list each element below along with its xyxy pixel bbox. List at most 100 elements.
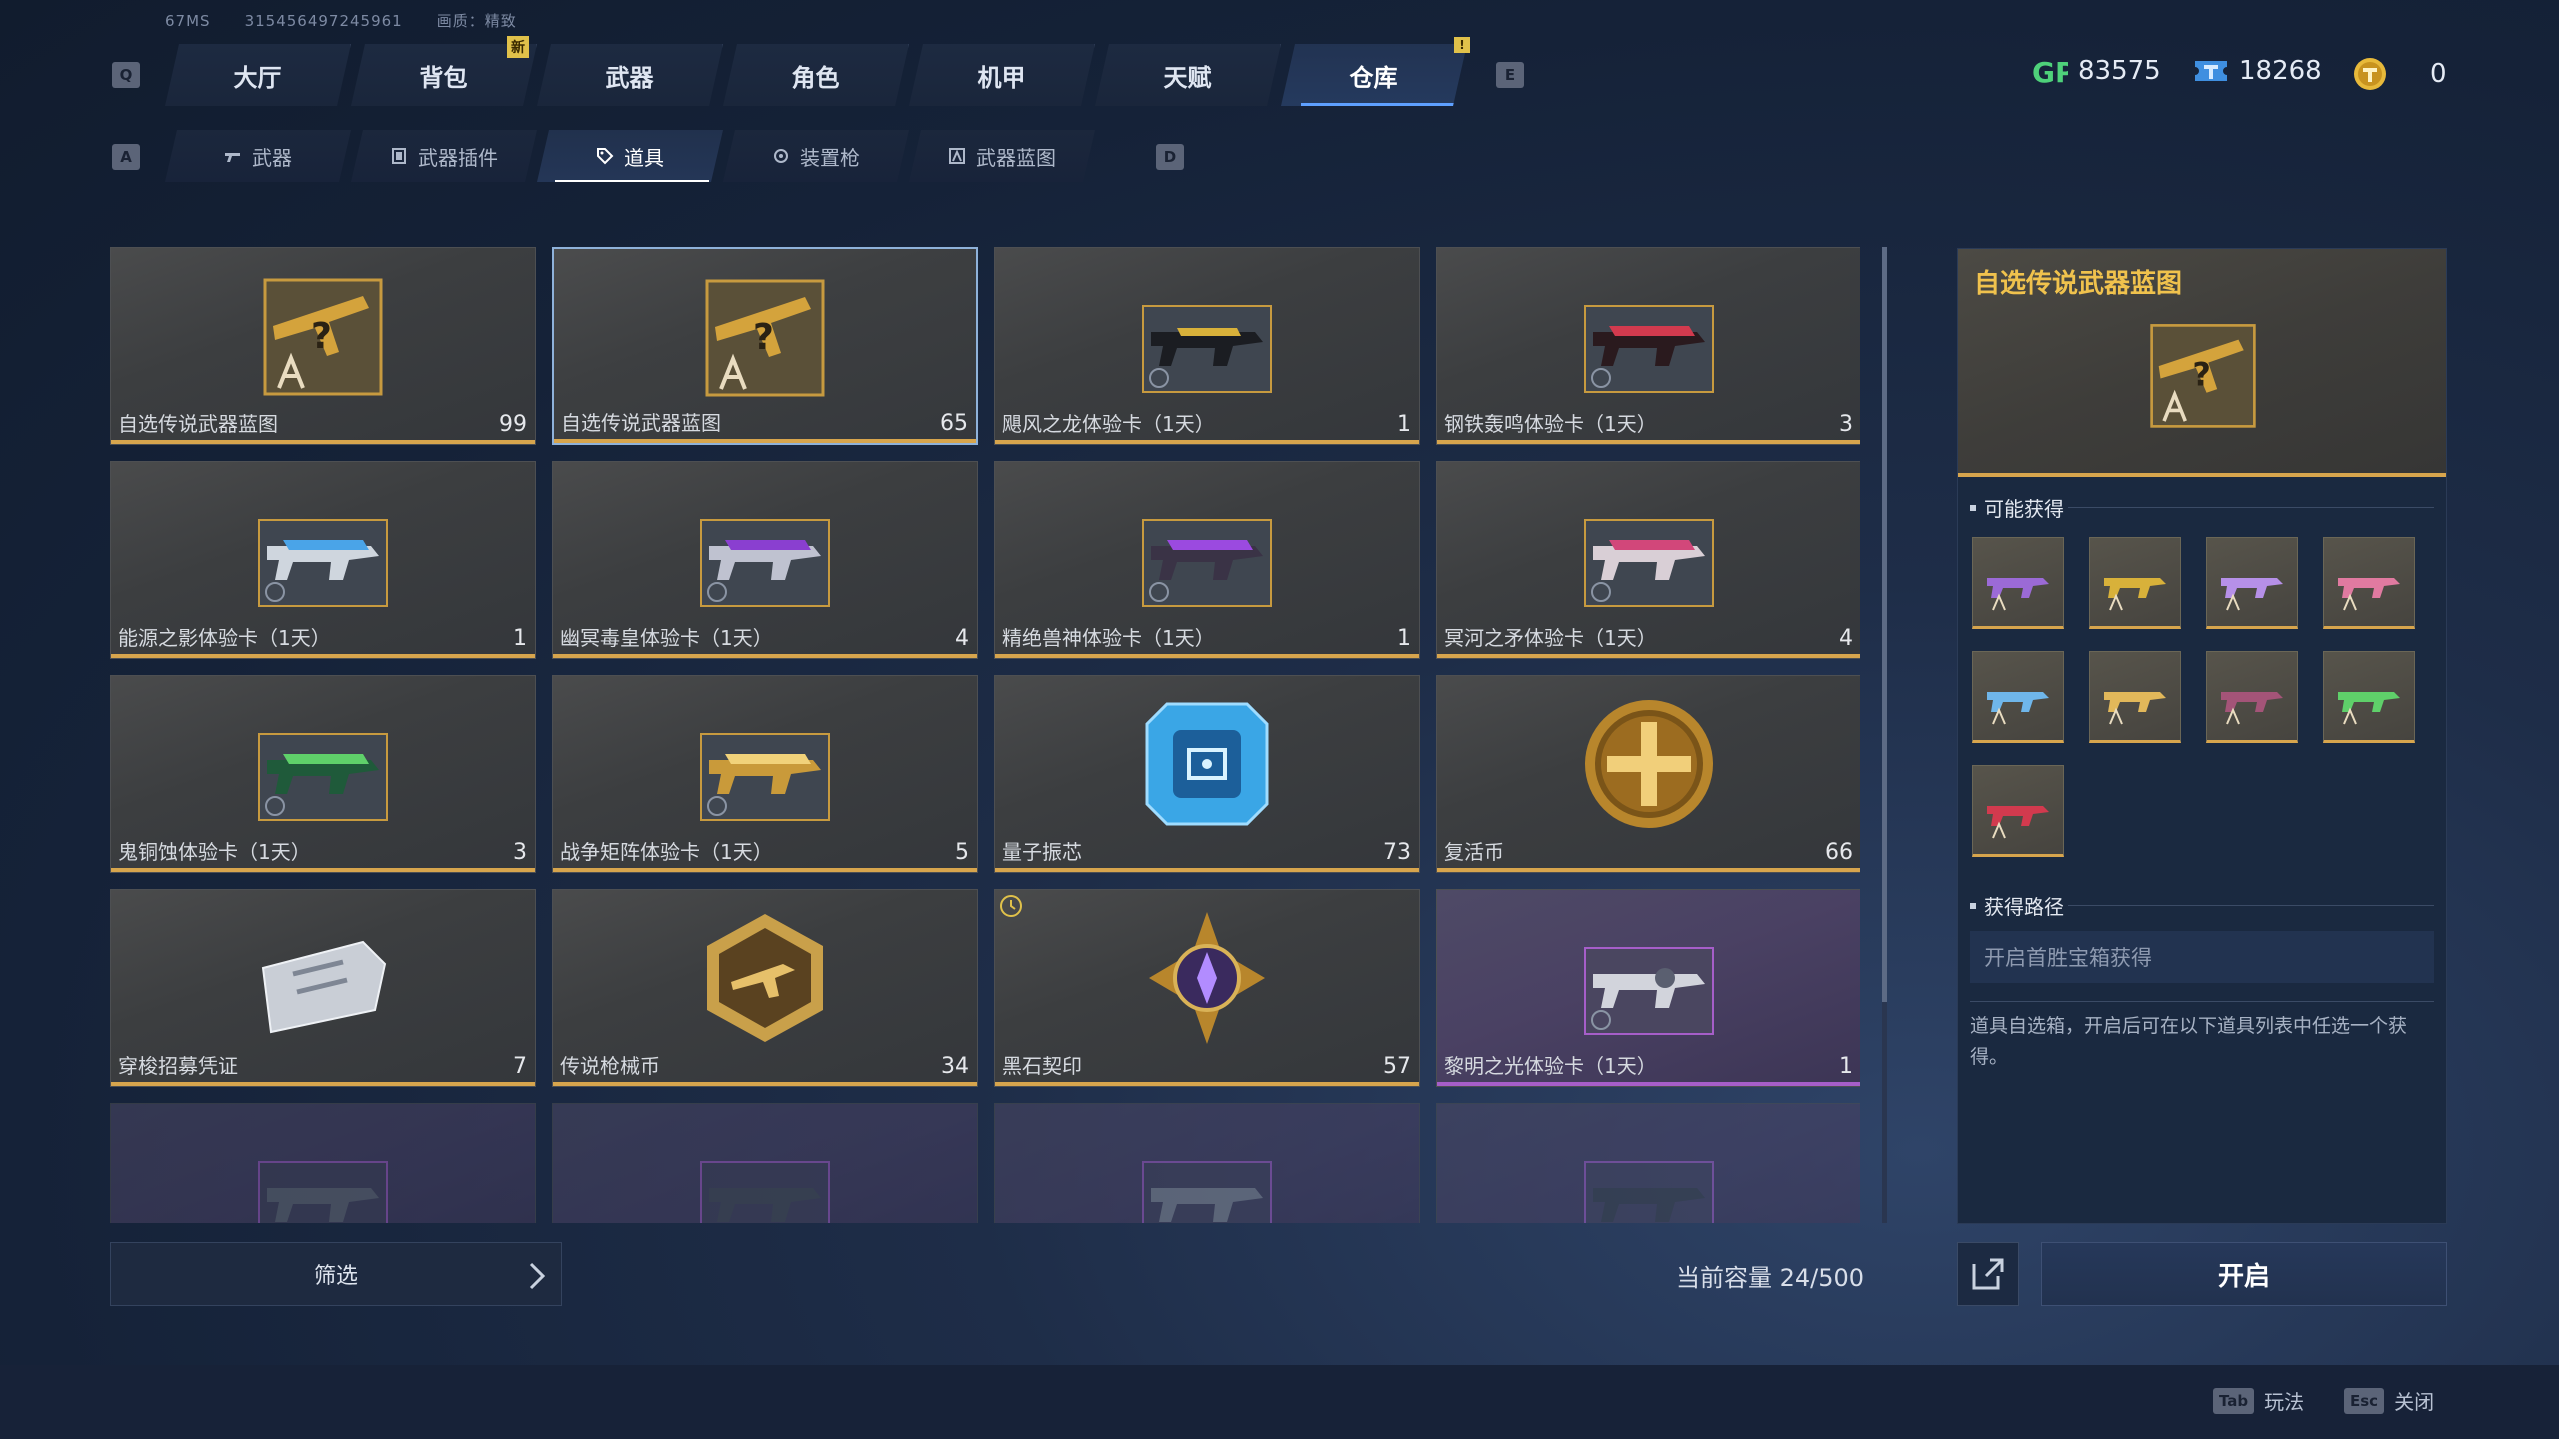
item-name: 飓风之龙体验卡（1天） [1002, 412, 1215, 436]
tab-mecha[interactable]: 机甲 [909, 44, 1095, 106]
tab-talent[interactable]: 天赋 [1095, 44, 1281, 106]
subtab-weapons[interactable]: 武器 [165, 130, 351, 182]
tab-warehouse[interactable]: 仓库 [1281, 44, 1467, 106]
gun-card-icon [700, 1161, 830, 1223]
next-tab-key[interactable]: E [1496, 62, 1524, 88]
item-card[interactable] [552, 1103, 978, 1223]
item-name: 穿梭招募凭证 [118, 1054, 238, 1078]
ticket-value: 18268 [2239, 56, 2322, 86]
uid-text: 315456497245961 [244, 12, 403, 30]
reward-thumb[interactable] [2206, 537, 2298, 629]
new-badge: 新 [507, 36, 529, 58]
reward-thumb[interactable] [2323, 651, 2415, 743]
item-name: 冥河之矛体验卡（1天） [1444, 626, 1657, 650]
prev-subtab-key[interactable]: A [112, 144, 140, 170]
reward-thumb[interactable] [1972, 765, 2064, 857]
next-subtab-key[interactable]: D [1156, 144, 1184, 170]
coin-value: 0 [2430, 59, 2447, 89]
item-name: 鬼铜蚀体验卡（1天） [118, 840, 311, 864]
alert-badge: ! [1454, 37, 1470, 53]
hint-close-label: 关闭 [2394, 1390, 2435, 1414]
item-name: 传说枪械币 [560, 1054, 660, 1078]
divider [1970, 1001, 2434, 1002]
item-card[interactable]: 飓风之龙体验卡（1天） 1 [994, 247, 1420, 445]
tab-lobby[interactable]: 大厅 [165, 44, 351, 106]
subtab-device-gun[interactable]: 装置枪 [723, 130, 909, 182]
open-button[interactable]: 开启 [2041, 1242, 2447, 1306]
item-card[interactable]: 精绝兽神体验卡（1天） 1 [994, 461, 1420, 659]
item-card[interactable]: 黎明之光体验卡（1天） 1 [1436, 889, 1860, 1087]
divider [2068, 507, 2434, 508]
item-count: 4 [955, 626, 969, 651]
hint-gameplay-label: 玩法 [2264, 1390, 2305, 1414]
grid-scrollbar-thumb[interactable] [1882, 247, 1887, 1002]
item-card[interactable]: 钢铁轰鸣体验卡（1天） 3 [1436, 247, 1860, 445]
ticket-icon [2193, 57, 2229, 85]
item-card[interactable] [1436, 1103, 1860, 1223]
item-card[interactable]: 战争矩阵体验卡（1天） 5 [552, 675, 978, 873]
item-count: 1 [513, 626, 527, 651]
item-count: 65 [940, 411, 968, 436]
item-count: 5 [955, 840, 969, 865]
subtab-weapon-blueprints[interactable]: 武器蓝图 [909, 130, 1095, 182]
item-count: 1 [1397, 626, 1411, 651]
subtab-items[interactable]: 道具 [537, 130, 723, 182]
item-card[interactable] [994, 1103, 1420, 1223]
rarity-bar [1437, 868, 1860, 872]
reward-thumb[interactable] [2323, 537, 2415, 629]
item-card[interactable]: ? 自选传说武器蓝图 99 [110, 247, 536, 445]
gun-card-icon [1142, 305, 1272, 393]
subtab-weapon-plugins[interactable]: 武器插件 [351, 130, 537, 182]
share-button[interactable] [1957, 1242, 2019, 1306]
coin-icon [2352, 56, 2388, 92]
tab-characters[interactable]: 角色 [723, 44, 909, 106]
hint-gameplay[interactable]: Tab 玩法 [2213, 1386, 2304, 1415]
rifle-icon [224, 147, 242, 165]
item-name: 战争矩阵体验卡（1天） [560, 840, 773, 864]
chip-icon [390, 147, 408, 165]
item-name: 自选传说武器蓝图 [561, 411, 721, 435]
item-card[interactable]: 冥河之矛体验卡（1天） 4 [1436, 461, 1860, 659]
gun-card-icon [1142, 519, 1272, 607]
item-name: 量子振芯 [1002, 840, 1082, 864]
reward-thumb[interactable] [1972, 537, 2064, 629]
gun-thumb-icon [1987, 578, 2049, 611]
blueprint-box-icon: ? [263, 278, 383, 396]
item-card[interactable]: 量子振芯 73 [994, 675, 1420, 873]
gun-card-icon [1584, 1161, 1714, 1223]
voucher-icon [261, 940, 387, 1034]
debug-info: 67MS 315456497245961 画质：精致 [165, 10, 551, 31]
rarity-bar [995, 440, 1419, 444]
gun-thumb-icon [2221, 578, 2283, 611]
item-card[interactable]: 鬼铜蚀体验卡（1天） 3 [110, 675, 536, 873]
gp-icon: GP [2032, 56, 2068, 86]
item-card[interactable]: 复活币 66 [1436, 675, 1860, 873]
gun-thumb-icon [2104, 692, 2166, 725]
rarity-bar [553, 868, 977, 872]
quantum-chip-icon [1145, 702, 1269, 826]
reward-thumb[interactable] [1972, 651, 2064, 743]
footer-bar [0, 1365, 2559, 1439]
item-card[interactable]: 传说枪械币 34 [552, 889, 978, 1087]
item-card-selected[interactable]: ? 自选传说武器蓝图 65 [552, 247, 978, 445]
filter-button[interactable]: 筛选 [110, 1242, 562, 1306]
item-card[interactable] [110, 1103, 536, 1223]
reward-thumb[interactable] [2089, 651, 2181, 743]
currency-ticket: 18268 [2193, 56, 2322, 86]
divider [2068, 905, 2434, 906]
hint-close[interactable]: Esc 关闭 [2344, 1386, 2434, 1415]
quality-text: 画质：精致 [436, 12, 517, 30]
item-card[interactable]: 黑石契印 57 [994, 889, 1420, 1087]
item-card[interactable]: 穿梭招募凭证 7 [110, 889, 536, 1087]
item-card[interactable]: 能源之影体验卡（1天） 1 [110, 461, 536, 659]
item-card[interactable]: 幽冥毒皇体验卡（1天） 4 [552, 461, 978, 659]
rarity-bar [111, 654, 535, 658]
currency-gp: GP 83575 [2032, 56, 2161, 86]
reward-thumb[interactable] [2206, 651, 2298, 743]
item-count: 1 [1397, 412, 1411, 437]
prev-tab-key[interactable]: Q [112, 62, 140, 88]
subtab-weapon-blueprints-label: 武器蓝图 [976, 145, 1056, 170]
tab-weapons[interactable]: 武器 [537, 44, 723, 106]
reward-thumb[interactable] [2089, 537, 2181, 629]
item-count: 34 [941, 1054, 969, 1079]
